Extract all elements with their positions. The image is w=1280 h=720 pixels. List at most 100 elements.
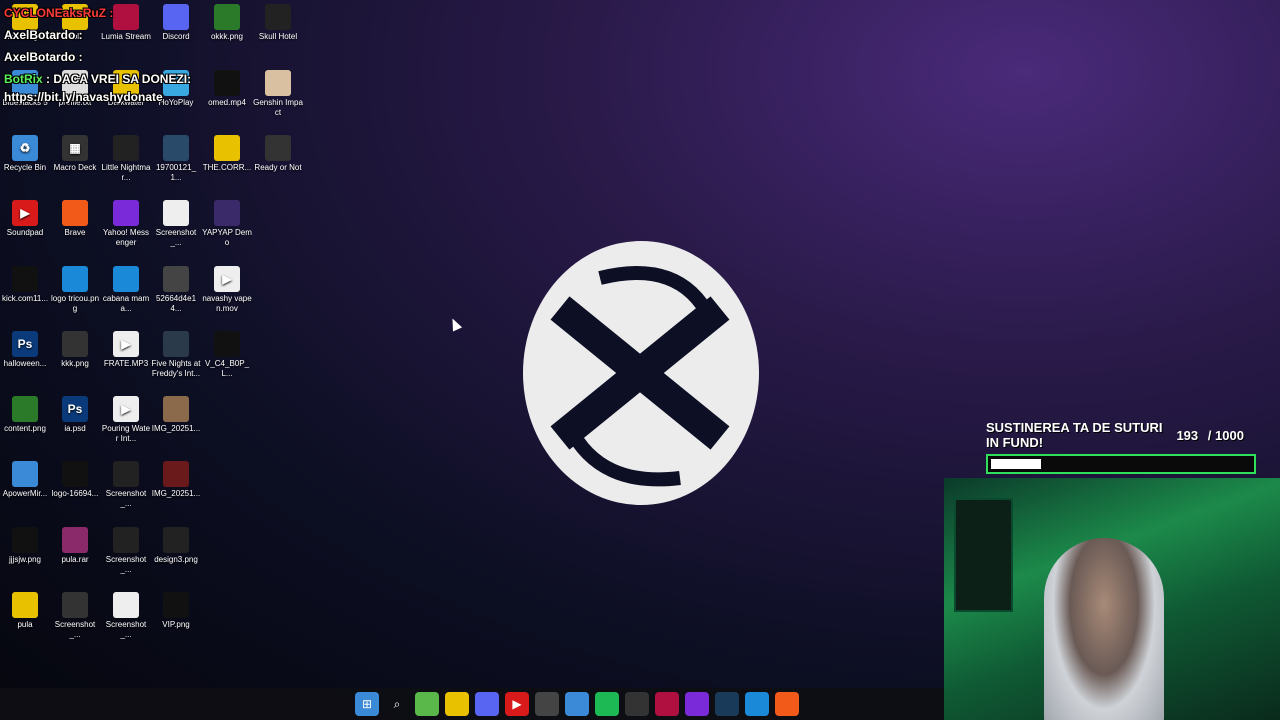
image-icon	[62, 266, 88, 292]
file-explorer-icon[interactable]	[445, 692, 469, 716]
image-icon	[12, 527, 38, 553]
obs-icon[interactable]	[535, 692, 559, 716]
desktop-icon[interactable]: VIP.png	[151, 592, 201, 630]
steam-icon[interactable]	[715, 692, 739, 716]
mouse-cursor-icon	[447, 316, 463, 332]
donation-goal-widget: SUSTINEREA TA DE SUTURI IN FUND! 193 / 1…	[986, 420, 1258, 474]
desktop-icon[interactable]: Screenshot_...	[101, 592, 151, 640]
desktop-icon[interactable]: Ps halloween...	[0, 331, 50, 369]
desktop-icon[interactable]: Screenshot_...	[101, 461, 151, 509]
goal-progress-bar	[986, 454, 1256, 474]
desktop-icon[interactable]: Genshin Impact	[253, 70, 303, 118]
xbox-icon[interactable]	[625, 692, 649, 716]
desktop-icon[interactable]: Skull Hotel	[253, 4, 303, 42]
desktop-icon-label: 19700121_1...	[155, 163, 197, 182]
desktop-icon[interactable]: jjjsjw.png	[0, 527, 50, 565]
search-icon[interactable]: ⌕	[385, 692, 409, 716]
desktop-icon[interactable]: YAPYAP Demo	[202, 200, 252, 248]
brave-icon[interactable]	[775, 692, 799, 716]
photoshop-icon: Ps	[62, 396, 88, 422]
desktop-icon[interactable]: THE.CORR...	[202, 135, 252, 173]
desktop-icon-label: Screenshot_...	[54, 620, 96, 639]
stream-chat-overlay: CYCLONEaksRuZ : AxelBotardo : AxelBotard…	[4, 2, 244, 104]
ready-or-not-icon	[265, 135, 291, 161]
chat-donate-link[interactable]: https://bit.ly/navashydonate	[4, 90, 244, 104]
image-icon	[12, 266, 38, 292]
fnaf-icon	[163, 331, 189, 357]
chat-username: AxelBotardo :	[4, 50, 83, 64]
desktop-icon[interactable]: content.png	[0, 396, 50, 434]
desktop-icon[interactable]: Ready or Not	[253, 135, 303, 173]
soundpad-icon: ▶	[12, 200, 38, 226]
desktop-icon[interactable]: Yahoo! Messenger	[101, 200, 151, 248]
desktop-icon-label: V_C4_B0P_L...	[204, 359, 250, 378]
app-icon[interactable]	[745, 692, 769, 716]
desktop-icon-label: Macro Deck	[53, 163, 97, 172]
youtube-icon[interactable]: ▶	[505, 692, 529, 716]
chat-message: BotRix : DACA VREI SA DONEZI:	[4, 68, 244, 90]
desktop-icon[interactable]: ▶ Pouring Water Int...	[101, 396, 151, 444]
desktop-icon[interactable]: Ps ia.psd	[50, 396, 100, 434]
game-icon[interactable]	[685, 692, 709, 716]
desktop-icon-label: pula	[17, 620, 33, 629]
image-icon	[113, 266, 139, 292]
desktop-icon[interactable]: Five Nights at Freddy's Int...	[151, 331, 201, 379]
desktop-icon[interactable]: ApowerMir...	[0, 461, 50, 499]
goal-title: SUSTINEREA TA DE SUTURI IN FUND!	[986, 420, 1163, 450]
chat-username: BotRix	[4, 72, 43, 86]
image-icon	[163, 135, 189, 161]
chrome-icon[interactable]	[565, 692, 589, 716]
desktop-icon[interactable]: IMG_20251...	[151, 396, 201, 434]
desktop-icon-label: Screenshot_...	[105, 555, 147, 574]
desktop-icon[interactable]: ▦ Macro Deck	[50, 135, 100, 173]
desktop-icon[interactable]: 52664d4e14...	[151, 266, 201, 314]
start-button-icon[interactable]: ⊞	[355, 692, 379, 716]
desktop-icon-label: IMG_20251...	[151, 424, 201, 433]
genshin-icon	[265, 70, 291, 96]
desktop-icon[interactable]: logo-16694...	[50, 461, 100, 499]
desktop-icon[interactable]: logo tricou.png	[50, 266, 100, 314]
desktop-icon[interactable]: ♻ Recycle Bin	[0, 135, 50, 173]
lumia-icon[interactable]	[655, 692, 679, 716]
desktop-icon[interactable]: ▶ FRATE.MP3	[101, 331, 151, 369]
desktop-icon[interactable]: Little Nightmar...	[101, 135, 151, 183]
desktop-icon[interactable]: cabana mama...	[101, 266, 151, 314]
desktop-icon[interactable]: IMG_20251...	[151, 461, 201, 499]
desktop-icon-label: YAPYAP Demo	[202, 228, 252, 247]
desktop-icon[interactable]: 19700121_1...	[151, 135, 201, 183]
desktop-icon[interactable]: Screenshot_...	[151, 200, 201, 248]
streamer-image	[1044, 538, 1164, 720]
yahoo-icon	[113, 200, 139, 226]
desktop-icon[interactable]: Brave	[50, 200, 100, 238]
desktop-icon-label: pula.rar	[61, 555, 89, 564]
desktop-icon[interactable]: Screenshot_...	[50, 592, 100, 640]
notepad-icon[interactable]	[415, 692, 439, 716]
discord-icon[interactable]	[475, 692, 499, 716]
apowermirror-icon	[12, 461, 38, 487]
chat-text: : DACA VREI SA DONEZI:	[46, 72, 192, 86]
desktop-icon[interactable]: kick.com11...	[0, 266, 50, 304]
audio-icon: ▶	[113, 331, 139, 357]
winrar-icon	[62, 527, 88, 553]
chat-message: AxelBotardo :	[4, 24, 244, 46]
desktop-icon[interactable]: design3.png	[151, 527, 201, 565]
folder-icon	[214, 135, 240, 161]
brave-icon	[62, 200, 88, 226]
video-icon: ▶	[113, 396, 139, 422]
chat-username: AxelBotardo :	[4, 28, 83, 42]
desktop-icon[interactable]: Screenshot_...	[101, 527, 151, 575]
desktop-icon-label: ia.psd	[64, 424, 86, 433]
image-icon	[113, 461, 139, 487]
desktop-icon[interactable]: ▶ Soundpad	[0, 200, 50, 238]
desktop-icon[interactable]: kkk.png	[50, 331, 100, 369]
desktop-icon-label: halloween...	[3, 359, 47, 368]
desktop-icon[interactable]: V_C4_B0P_L...	[202, 331, 252, 379]
spotify-icon[interactable]	[595, 692, 619, 716]
recycle-bin-icon: ♻	[12, 135, 38, 161]
desktop-icon[interactable]: ▶ navashy vapen.mov	[202, 266, 252, 314]
image-icon	[113, 527, 139, 553]
desktop-icon[interactable]: pula.rar	[50, 527, 100, 565]
wallpaper-logo-icon	[523, 241, 759, 505]
desktop-icon[interactable]: pula	[0, 592, 50, 630]
goal-current: 193	[1176, 428, 1199, 443]
